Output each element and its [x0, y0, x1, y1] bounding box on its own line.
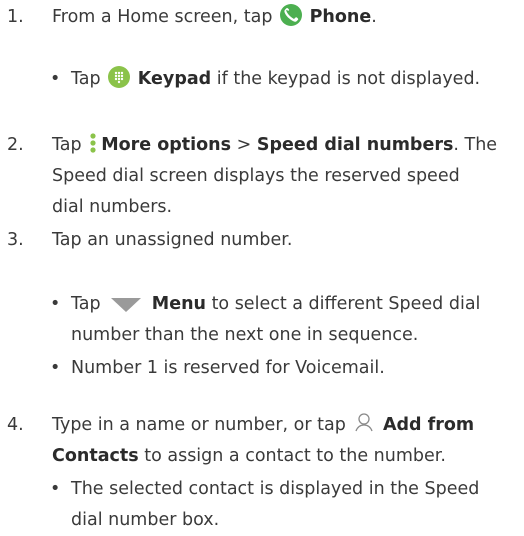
step-number: 1. [7, 7, 24, 27]
step-text: Tap More options > Speed dial numbers. T… [52, 130, 518, 223]
step-number: 3. [7, 230, 24, 250]
step-text: Type in a name or number, or tap Add fro… [52, 410, 518, 472]
keypad-icon [108, 66, 131, 88]
step-text: Tap an unassigned number. [52, 230, 293, 250]
step-number: 4. [7, 415, 24, 435]
contact-icon [353, 411, 375, 433]
step-number: 2. [7, 135, 24, 155]
phone-icon [280, 4, 303, 26]
step-text: From a Home screen, tap Phone. [52, 2, 518, 33]
menu-triangle-icon [109, 293, 143, 312]
more-options-icon [89, 132, 97, 154]
